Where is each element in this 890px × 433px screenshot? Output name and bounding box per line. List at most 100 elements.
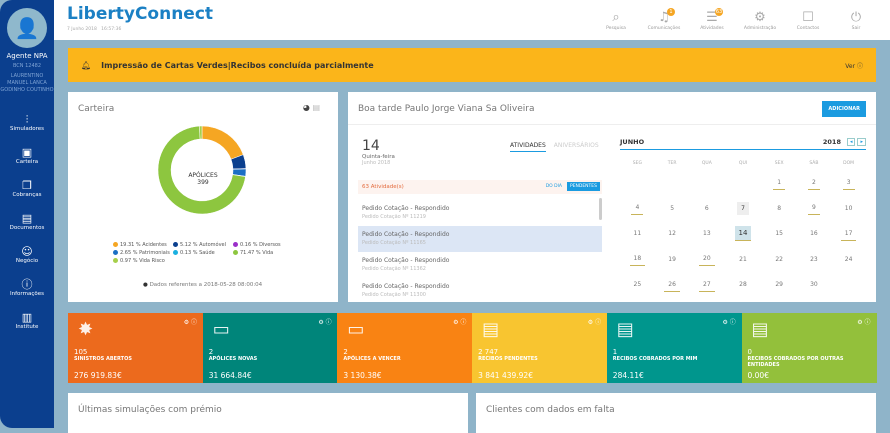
calendar-day[interactable]: 27 [689,272,724,298]
add-button[interactable]: ADICIONAR [822,101,866,117]
sidebar-item-cobranças[interactable]: ❐ Cobranças [0,172,54,205]
calendar-day[interactable]: 21 [724,247,762,273]
sidebar-item-simuladores[interactable]: ⫶ Simuladores [0,106,54,139]
calendar-day[interactable]: 16 [797,221,832,247]
sidebar-item-documentos[interactable]: ▤ Documentos [0,205,54,238]
kpi-tile-6[interactable]: ▤ ⚙ ⓘ 0 RECIBOS COBRADOS POR OUTRAS ENTIDAD… [741,313,877,383]
kpi-tile-2[interactable]: ▭ ⚙ ⓘ 2 APÓLICES NOVAS 31 664.84€ [202,313,338,383]
sidebar-item-institute[interactable]: ▥ Institute [0,304,54,337]
weekday-header: QUA [701,160,712,166]
sidebar-item-informações[interactable]: ⓘ Informações [0,271,54,304]
header-atividades-button[interactable]: ☰ 63 Atividades [688,8,736,31]
calendar-day[interactable]: 6 [689,196,724,222]
calendar-day[interactable]: 9 [797,196,832,222]
activity-item[interactable]: Pedido Cotação - Respondido Pedido Cotaçã… [358,200,602,226]
calendar-day[interactable]: 7 [724,196,762,222]
calendar-day[interactable]: 12 [655,221,690,247]
agent-name: Agente NPA [6,52,48,60]
day-number: 1 [773,176,786,190]
legend-item: 19.31 % Acidentes [113,242,173,248]
calendar-day[interactable]: 10 [831,196,866,222]
calendar-day[interactable]: 23 [797,247,832,273]
tile-icon: ▤ [482,319,500,340]
day-number: 9 [807,201,820,216]
calendar-day[interactable]: 17 [831,221,866,247]
kpi-tile-5[interactable]: ▤ ⚙ ⓘ 1 RECIBOS COBRADOS POR MIM 284.11€ [606,313,742,383]
activity-item[interactable]: Pedido Cotação - Respondido Pedido Cotaçã… [358,226,602,252]
tile-settings-icons[interactable]: ⚙ ⓘ [453,317,466,326]
kpi-tile-1[interactable]: ✸ ⚙ ⓘ 105 SINISTROS ABERTOS 276 919.83€ [68,313,203,383]
calendar-day[interactable]: 19 [655,247,690,273]
tile-label: RECIBOS COBRADOS POR MIM [612,356,698,362]
sidebar-item-label: Cobranças [12,192,42,198]
filter-day-button[interactable]: DO DIA [546,184,562,189]
calendar-day[interactable]: 28 [724,272,762,298]
calendar-day[interactable]: 30 [797,272,832,298]
calendar-day[interactable]: 13 [689,221,724,247]
tile-settings-icons[interactable]: ⚙ ⓘ [723,317,736,326]
logo: LibertyConnect [67,4,214,24]
info-icon: ⓘ [21,278,33,291]
calendar-day[interactable]: 3 [831,170,866,196]
tab-aniversarios[interactable]: ANIVERSÁRIOS [554,142,599,152]
tile-settings-icons[interactable]: ⚙ ⓘ [318,317,331,326]
donut-slice-acidentes[interactable] [201,125,244,160]
tile-settings-icons[interactable]: ⚙ ⓘ [184,317,197,326]
calendar-day[interactable]: 15 [762,221,797,247]
calendar-year: 2018 [822,138,841,146]
calendar-day[interactable]: 2 [797,170,832,196]
tile-icon: ▭ [212,319,230,340]
day-number: 7 [737,201,749,215]
banner-view-link[interactable]: Ver ⓘ [845,61,863,70]
header-pesquisa-button[interactable]: ⌕ Pesquisa [592,10,640,31]
calendar-day[interactable]: 8 [762,196,797,222]
day-number: 19 [668,255,676,263]
legend-dot [113,258,118,263]
selected-day: 14 Quinta-feira Junho 2018 [362,138,395,166]
kpi-tile-3[interactable]: ▭ ⚙ ⓘ 2 APÓLICES A VENCER 3 130.38€ [337,313,473,383]
day-number: 21 [739,255,747,263]
weekday-header: TER [667,160,677,166]
date-time: 7 Junho 2018 16:57:36 [67,27,122,32]
chart-toggle-icon[interactable]: ◕ ▤ [303,103,320,112]
prev-month-button[interactable]: ◂ [846,138,856,146]
filter-pending-button[interactable]: PENDENTES [566,182,600,191]
calendar-day[interactable]: 5 [655,196,690,222]
calendar-day[interactable]: 22 [762,247,797,273]
calendar-day[interactable]: 29 [762,272,797,298]
header-contactos-button[interactable]: ☐ Contactos [784,10,832,31]
greeting-title: Boa tarde Paulo Jorge Viana Sa Oliveira [358,104,535,114]
list-scrollbar[interactable] [599,198,602,220]
activity-subtitle: Pedido Cotação Nº 11362 [362,266,426,272]
calendar-day[interactable]: 20 [689,247,724,273]
legend-label: 0.97 % Vida Risco [120,258,165,264]
tile-settings-icons[interactable]: ⚙ ⓘ [588,317,601,326]
business-icon: ☺ [21,245,33,258]
day-number: 14 [362,138,380,154]
next-month-button[interactable]: ▸ [857,138,866,146]
latest-simulations-panel: Últimas simulações com prémio [68,393,468,433]
sidebar-item-negócio[interactable]: ☺ Negócio [0,238,54,271]
header-administração-button[interactable]: ⚙ Administração [736,10,784,31]
activity-item[interactable]: Pedido Cotação - Respondido Pedido Cotaçã… [358,278,602,304]
tile-icon: ▤ [751,319,769,340]
calendar-day[interactable]: 14 [724,221,762,247]
activity-item[interactable]: Pedido Cotação - Respondido Pedido Cotaçã… [358,252,602,278]
calendar-day[interactable]: 18 [620,247,655,273]
calendar-day[interactable]: 24 [831,247,866,273]
tile-settings-icons[interactable]: ⚙ ⓘ [857,317,870,326]
legend-item: 0.13 % Saúde [173,250,233,256]
sidebar-item-carteira[interactable]: ▣ Carteira [0,139,54,172]
calendar-day[interactable]: 1 [762,170,797,196]
kpi-tile-4[interactable]: ▤ ⚙ ⓘ 2 747 RECIBOS PENDENTES 3 841 439.92€ [472,313,608,383]
tile-count: 105 [74,348,88,356]
calendar-day[interactable]: 25 [620,272,655,298]
tab-atividades[interactable]: ATIVIDADES [510,142,546,152]
calendar-day [620,170,655,196]
calendar-day[interactable]: 26 [655,272,690,298]
header-sair-button[interactable]: ⏻ Sair [832,10,880,31]
header-comunicações-button[interactable]: ♫ 1 Comunicações [640,8,688,31]
calendar-day[interactable]: 11 [620,221,655,247]
avatar[interactable]: 👤 [7,8,47,48]
calendar-day[interactable]: 4 [620,196,655,222]
